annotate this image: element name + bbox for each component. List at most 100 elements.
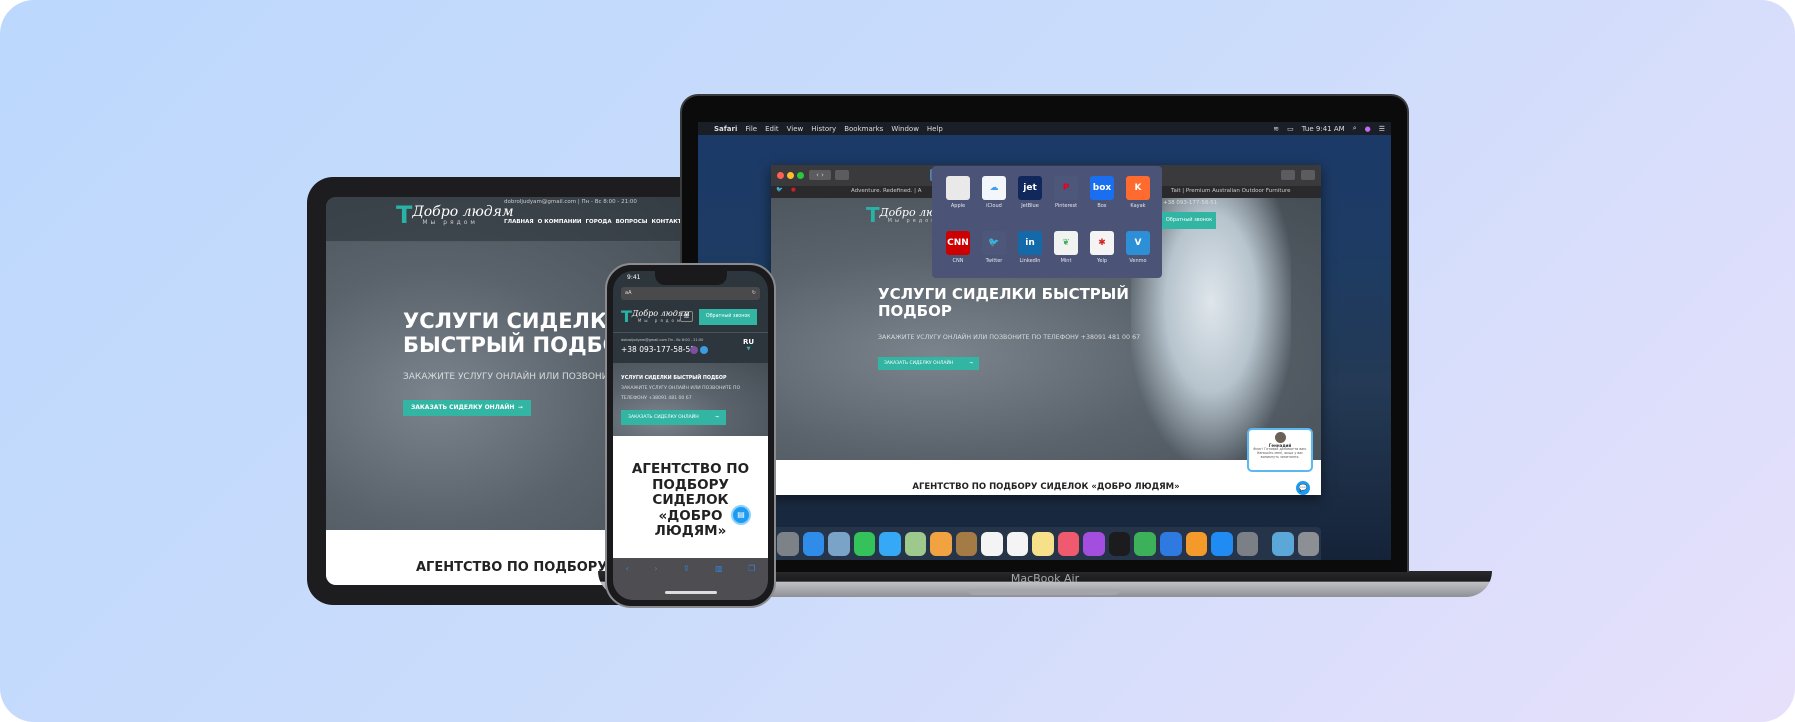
order-button[interactable]: ЗАКАЗАТЬ СИДЕЛКУ ОНЛАЙН ➞ [621, 410, 726, 425]
apple-icon [946, 176, 970, 200]
order-button[interactable]: ЗАКАЗАТЬ СИДЕЛКУ ОНЛАЙН ➞ [403, 400, 531, 416]
downloads-icon[interactable] [1272, 531, 1294, 556]
favorite-cnn[interactable]: CNN CNN [940, 230, 976, 279]
callback-button[interactable]: Обратный звонок [699, 309, 757, 325]
menu-item[interactable]: Help [927, 125, 943, 133]
site-logo[interactable]: T Добро людям Мы рядом [396, 201, 514, 229]
hero-title: УСЛУГИ СИДЕЛКИ БЫСТРЫЙ ПОДБОР [621, 376, 727, 381]
nav-item[interactable]: ВОПРОСЫ [616, 219, 648, 225]
favorite-kayak[interactable]: K Kayak [1120, 176, 1156, 224]
mint-icon: ❦ [1054, 230, 1078, 255]
keynote-icon[interactable] [1159, 531, 1182, 556]
favorites-popup: Apple ☁ iCloud jet JetBlue P Pinterest box Box K K… [932, 166, 1162, 278]
menu-item[interactable]: Window [891, 125, 919, 133]
order-button[interactable]: ЗАКАЗАТЬ СИДЕЛКУ ОНЛАЙН ➞ [878, 357, 979, 370]
reminders-icon[interactable] [1006, 531, 1029, 556]
contacts-icon[interactable] [955, 531, 978, 556]
tv-icon[interactable] [1108, 531, 1131, 556]
share-icon[interactable] [1281, 170, 1295, 180]
maps-icon[interactable] [904, 531, 927, 556]
menu-item[interactable]: History [811, 125, 836, 133]
bookmarks-icon[interactable]: ▥ [715, 564, 723, 600]
favorite-icloud[interactable]: ☁ iCloud [976, 176, 1012, 224]
menu-button[interactable]: ≡ [680, 311, 693, 322]
spotlight-icon[interactable]: ⌕ [1353, 124, 1357, 133]
mac-menubar: Safari File Edit View History Bookmarks … [698, 122, 1391, 135]
menu-item[interactable]: Edit [765, 125, 779, 133]
close-button[interactable] [777, 172, 784, 179]
favorite-venmo[interactable]: V Venmo [1120, 230, 1156, 279]
favorite-mint[interactable]: ❦ Mint [1048, 230, 1084, 279]
photos-icon[interactable] [930, 531, 952, 556]
share-icon[interactable]: ⇪ [683, 564, 690, 600]
nav-item[interactable]: ГОРОДА [586, 219, 612, 225]
callback-button[interactable]: Обратный звонок [1162, 212, 1216, 229]
main-nav: ГЛАВНАЯ О КОМПАНИИ ГОРОДА ВОПРОСЫ КОНТАК… [504, 219, 687, 225]
arrow-right-icon: ➞ [517, 404, 523, 411]
twitter-icon: 🐦 [982, 230, 1006, 255]
tab[interactable]: Adventure. Redefined. | A [851, 188, 921, 194]
tab[interactable]: Tait | Premium Australian Outdoor Furnit… [1171, 188, 1291, 194]
back-forward-buttons[interactable]: ‹ › [809, 170, 831, 180]
macbook-lid: Safari File Edit View History Bookmarks … [680, 94, 1409, 572]
nav-item[interactable]: О КОМПАНИИ [538, 219, 582, 225]
mobile-phone[interactable]: +38 093-177-58-51 [621, 345, 695, 354]
chat-button[interactable]: ▤ [731, 505, 751, 525]
pages-icon[interactable] [1185, 531, 1208, 556]
favorite-linkedin[interactable]: in LinkedIn [1012, 230, 1048, 279]
twitter-bookmark-icon[interactable]: 🐦 [776, 187, 783, 193]
numbers-icon[interactable] [1134, 531, 1156, 556]
minimize-button[interactable] [787, 172, 794, 179]
calendar-icon[interactable] [981, 531, 1003, 556]
wifi-icon[interactable]: ≋ [1273, 125, 1279, 133]
podcasts-icon[interactable] [1083, 531, 1105, 556]
favorite-jetblue[interactable]: jet JetBlue [1012, 176, 1048, 224]
zoom-button[interactable] [797, 172, 804, 179]
music-icon[interactable] [1057, 531, 1080, 556]
menu-item[interactable]: File [745, 125, 757, 133]
avatar [1274, 432, 1286, 443]
control-center-icon[interactable]: ☰ [1379, 125, 1385, 133]
telegram-icon[interactable] [700, 346, 708, 354]
favorite-yelp[interactable]: ✱ Yelp [1084, 230, 1120, 279]
chat-button[interactable]: 💬 [1296, 481, 1310, 495]
favorite-apple[interactable]: Apple [940, 176, 976, 224]
forward-icon[interactable]: › [654, 564, 657, 600]
pinterest-bookmark-icon[interactable]: ● [791, 187, 796, 193]
header-phone[interactable]: +38 093-177-58-51 [1163, 200, 1217, 206]
iphone-device: 9:41 aA ↻ T Добро людям Мы рядом ≡ Обратны… [605, 263, 776, 608]
tabs-icon[interactable]: ❐ [748, 564, 755, 600]
tabs-icon[interactable] [1301, 170, 1315, 180]
trash-icon[interactable] [1297, 531, 1320, 556]
linkedin-icon: in [1018, 230, 1042, 255]
battery-icon[interactable]: ▭ [1287, 125, 1294, 133]
facetime-icon[interactable] [853, 531, 876, 556]
favorite-pinterest[interactable]: P Pinterest [1048, 176, 1084, 224]
arrow-right-icon: ➞ [969, 361, 973, 366]
menubar-clock[interactable]: Tue 9:41 AM [1302, 125, 1345, 133]
favorite-box[interactable]: box Box [1084, 176, 1120, 224]
favorite-twitter[interactable]: 🐦 Twitter [976, 230, 1012, 279]
language-selector[interactable]: RU ▼ [743, 338, 754, 352]
launchpad-icon[interactable] [777, 531, 799, 556]
background: T Добро людям Мы рядом dobroljudyam@gmail… [0, 0, 1795, 722]
hero-title: УСЛУГИ СИДЕЛКИ БЫСТРЫЙ ПОДБОР [878, 285, 1129, 321]
menu-item[interactable]: Safari [714, 125, 737, 133]
messages-icon[interactable] [879, 531, 901, 556]
chat-popup[interactable]: Геннадий Флаг! Готовий допомогти вам. На… [1247, 428, 1313, 472]
kayak-icon: K [1126, 176, 1150, 200]
menu-item[interactable]: Bookmarks [844, 125, 883, 133]
notes-icon[interactable] [1032, 531, 1054, 556]
reload-icon[interactable]: ↻ [752, 290, 756, 296]
nav-item[interactable]: ГЛАВНАЯ [504, 219, 534, 225]
sidebar-icon[interactable] [835, 170, 849, 180]
system-preferences-icon[interactable] [1236, 531, 1259, 556]
preview-icon[interactable] [828, 531, 850, 556]
back-icon[interactable]: ‹ [626, 564, 629, 600]
siri-icon[interactable]: ● [1365, 125, 1371, 133]
app-store-icon[interactable] [1211, 531, 1233, 556]
menu-item[interactable]: View [787, 125, 804, 133]
viber-icon[interactable] [690, 346, 698, 354]
safari-icon[interactable] [802, 531, 825, 556]
address-bar[interactable]: aA ↻ [621, 287, 760, 300]
